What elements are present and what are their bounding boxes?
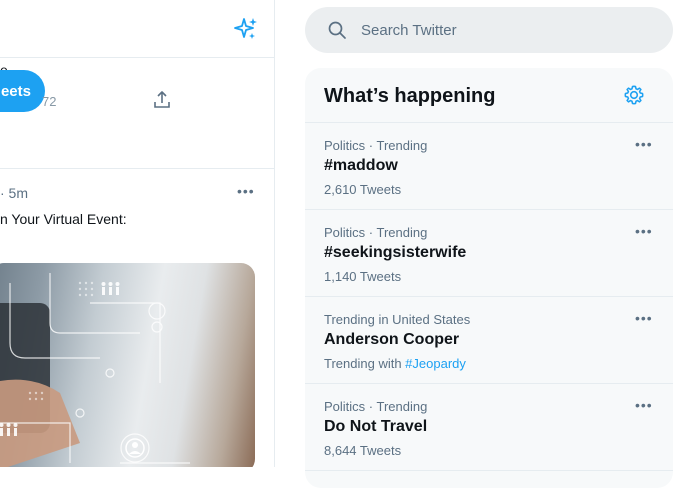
timeline-header-divider	[0, 57, 274, 58]
trend-name: Anderson Cooper	[324, 331, 460, 348]
retweet-count: 72	[42, 94, 57, 109]
trend-name: #maddow	[324, 157, 398, 174]
trend-more-button[interactable]: •••	[635, 223, 653, 239]
search-icon	[328, 21, 346, 39]
tweet-divider	[0, 168, 274, 169]
trend-item[interactable]: Trending in United States Anderson Coope…	[305, 297, 673, 384]
trend-item[interactable]: Politics · Trending #maddow 2,610 Tweets…	[305, 123, 673, 210]
trend-related: Trending with #Jeopardy	[324, 356, 466, 371]
trend-context: Politics · Trending	[324, 225, 428, 240]
trend-item[interactable]: Politics · Trending Do Not Travel 8,644 …	[305, 384, 673, 471]
tweet-text: n Your Virtual Event:	[0, 211, 127, 227]
trend-tweet-count: 8,644 Tweets	[324, 443, 402, 458]
share-icon[interactable]	[152, 90, 172, 110]
trend-tweet-count: 1,140 Tweets	[324, 269, 402, 284]
tweet-more-button[interactable]: •••	[237, 183, 255, 199]
trend-context: Politics · Trending	[324, 399, 428, 414]
trend-item[interactable]: Politics · Trending #seekingsisterwife 1…	[305, 210, 673, 297]
trends-panel: What’s happening Politics · Trending #ma…	[305, 68, 673, 488]
trend-context: Trending in United States	[324, 312, 471, 327]
tweet-image-graphic	[0, 273, 190, 467]
tweet-image[interactable]	[0, 263, 255, 467]
search-input[interactable]	[361, 7, 651, 53]
trend-more-button[interactable]: •••	[635, 397, 653, 413]
tweet-button[interactable]: eets	[0, 70, 45, 112]
trends-header: What’s happening	[305, 68, 673, 123]
trend-name: Do Not Travel	[324, 418, 428, 435]
gear-icon[interactable]	[623, 84, 645, 106]
tweet-button-label: eets	[0, 82, 31, 100]
search-bar[interactable]	[305, 7, 673, 53]
trend-related-prefix: Trending with	[324, 356, 406, 371]
trend-name: #seekingsisterwife	[324, 244, 467, 261]
trend-tweet-count: 2,610 Tweets	[324, 182, 402, 197]
tweet-timestamp: · 5m	[0, 185, 28, 201]
trend-more-button[interactable]: •••	[635, 310, 653, 326]
trends-title: What’s happening	[324, 85, 496, 107]
sparkle-icon[interactable]	[233, 16, 259, 42]
trend-more-button[interactable]: •••	[635, 136, 653, 152]
trend-context: Politics · Trending	[324, 138, 428, 153]
timeline-column: e eets 72 · 5m ••• n Your Virtual Event:	[0, 0, 275, 467]
trend-related-link[interactable]: #Jeopardy	[405, 356, 466, 371]
